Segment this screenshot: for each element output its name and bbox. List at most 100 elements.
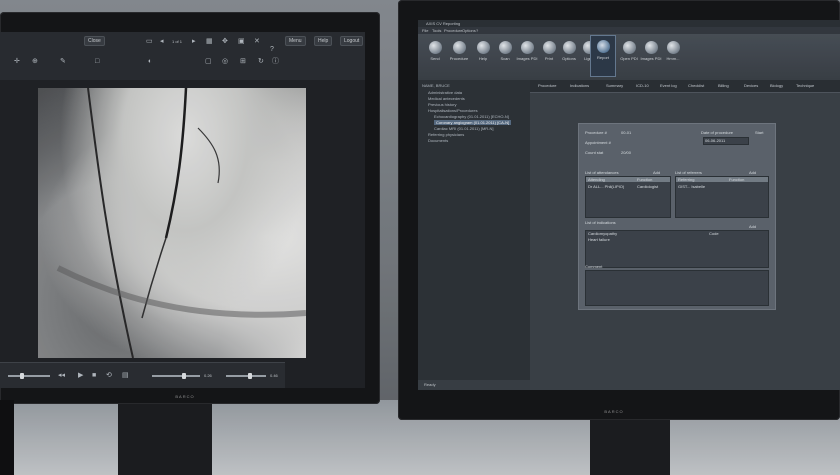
tree-item[interactable]: Hospitalisations/Procedures — [428, 108, 478, 113]
next-icon[interactable]: ▸ — [192, 38, 196, 45]
page-counter: 1 of 1 — [172, 39, 183, 44]
menu-file[interactable]: File — [422, 28, 428, 33]
speed-value: 0.26 — [204, 373, 212, 378]
menu-help[interactable]: ? — [476, 28, 478, 33]
crop-icon[interactable]: ▢ — [205, 58, 212, 65]
menu-bar: File Tools Procedure Options ? — [418, 27, 840, 34]
referrer-name[interactable]: GIST... Isabelle — [678, 184, 705, 189]
tab-icd10[interactable]: ICD-10 — [636, 83, 649, 88]
add-referrer-button[interactable]: Add — [749, 170, 756, 175]
toolbar-button-label: Send — [430, 56, 440, 61]
logout-button[interactable]: Logout — [340, 36, 364, 46]
loop-icon[interactable]: ⟲ — [106, 372, 112, 379]
tab-indications[interactable]: Indications — [570, 83, 589, 88]
contrast-slider-knob[interactable] — [248, 373, 252, 379]
close-button[interactable]: Close — [84, 36, 105, 46]
report-icon — [596, 40, 610, 53]
count-label: Count stat — [585, 150, 604, 155]
target-icon[interactable]: ◎ — [222, 58, 228, 65]
play-icon[interactable]: ▶ — [78, 372, 83, 379]
tree-item[interactable]: Referring physicians — [428, 132, 464, 137]
comment-field[interactable] — [585, 270, 769, 306]
cross-icon[interactable]: ✕ — [254, 38, 260, 45]
add-indication-button[interactable]: Add — [749, 224, 756, 229]
rect-icon[interactable]: □ — [95, 58, 99, 65]
menu-button[interactable]: Menu — [285, 36, 306, 46]
left-monitor: Close 1 of 1 Menu Help Logout ▭ ◂ ▸ ▦ ✥ … — [0, 12, 380, 404]
tree-item[interactable]: Administrative data — [428, 90, 462, 95]
grid-icon[interactable]: ▦ — [206, 38, 213, 45]
stop-icon[interactable]: ■ — [92, 372, 96, 379]
folder-icon[interactable]: ▭ — [146, 38, 153, 45]
tree-item[interactable]: Documents — [428, 138, 448, 143]
attendee-name[interactable]: Dr ALL... Phil(LIPIO) — [588, 184, 624, 189]
viewer-toolbar: Close 1 of 1 Menu Help Logout ▭ ◂ ▸ ▦ ✥ … — [0, 32, 365, 80]
pan-icon[interactable]: ✥ — [222, 38, 228, 45]
angiogram-image[interactable] — [38, 88, 306, 358]
info-icon[interactable]: ⓘ — [272, 58, 279, 65]
appointment-label: Appointment # — [585, 140, 611, 145]
help-button[interactable]: Help — [314, 36, 333, 46]
rotate-icon[interactable]: ↻ — [258, 58, 264, 65]
measure-icon[interactable]: ⊞ — [240, 58, 246, 65]
pencil-icon[interactable]: ✎ — [60, 58, 66, 65]
tab-billing[interactable]: Billing — [718, 83, 729, 88]
chart-icon[interactable]: ▤ — [122, 372, 129, 379]
speed-slider-knob[interactable] — [182, 373, 186, 379]
tab-event-log[interactable]: Event log — [660, 83, 677, 88]
tab-checklist[interactable]: Checklist — [688, 83, 704, 88]
tree-item[interactable]: Medical antecedents — [428, 96, 465, 101]
tab-biology[interactable]: Biology — [770, 83, 783, 88]
contrast-slider[interactable] — [226, 375, 266, 377]
help-icon[interactable]: ? — [270, 46, 274, 53]
cine-controls: ◂◂ ▶ ■ ⟲ ▤ 0.26 0.46 — [0, 362, 285, 388]
attendees-label: List of attendances — [585, 170, 619, 175]
indication-row[interactable]: Cardiomyopathy — [588, 231, 617, 236]
indication-row[interactable]: Heart failure — [588, 237, 610, 242]
report-tabs: Procedure Indications Summary ICD-10 Eve… — [530, 80, 840, 93]
menu-options[interactable]: Options — [462, 28, 476, 33]
monitor-brand: BARCO — [175, 394, 195, 399]
zoom-icon[interactable]: ⊕ — [32, 58, 38, 65]
tab-procedure[interactable]: Procedure — [538, 83, 556, 88]
menu-tools[interactable]: Tools — [432, 28, 441, 33]
tree-item[interactable]: Echocardiography (01.01.2011) [ECHO-N] — [434, 114, 509, 119]
rewind-icon[interactable]: ◂◂ — [58, 372, 65, 379]
left-monitor-stand — [118, 404, 212, 475]
tools-icon[interactable]: ▣ — [238, 38, 245, 45]
frame-slider-knob[interactable] — [20, 373, 24, 379]
export-icon — [666, 41, 680, 54]
send-icon — [428, 41, 442, 54]
toolbar-button[interactable]: Hmm... — [660, 37, 686, 73]
toolbar-button[interactable]: Procedure — [446, 37, 472, 73]
tree-item-selected[interactable]: Coronary angiogram (01.01.2011) [CA-N] — [434, 120, 512, 125]
menu-procedure[interactable]: Procedure — [444, 28, 462, 33]
frame-slider[interactable] — [8, 375, 50, 377]
toolbar-button[interactable]: Send — [422, 37, 448, 73]
move-icon[interactable]: ✛ — [14, 58, 20, 65]
tree-item[interactable]: Previous history — [428, 102, 456, 107]
report-button[interactable]: Report — [590, 35, 616, 77]
tab-devices[interactable]: Devices — [744, 83, 758, 88]
title-bar: AXIS CV Reporting — [418, 20, 840, 27]
images-icon — [520, 41, 534, 54]
add-attendee-button[interactable]: Add — [653, 170, 660, 175]
attendees-table[interactable] — [585, 176, 671, 218]
referrers-table[interactable] — [675, 176, 769, 218]
procedure-icon — [452, 41, 466, 54]
tree-item-patient[interactable]: NAME, BRUCE — [422, 83, 450, 88]
status-text: Ready — [424, 382, 436, 387]
col-attending: Attending — [588, 177, 605, 182]
tree-item[interactable]: Cardiac MRI (01.01.2011) [MR-N] — [434, 126, 494, 131]
left-screen: Close 1 of 1 Menu Help Logout ▭ ◂ ▸ ▦ ✥ … — [0, 32, 365, 388]
contrast-icon[interactable]: ◐ — [148, 58, 152, 65]
speed-slider[interactable] — [152, 375, 200, 377]
procedure-value[interactable]: 00-01 — [621, 130, 631, 135]
tab-summary[interactable]: Summary — [606, 83, 623, 88]
count-value[interactable]: 20/00 — [621, 150, 631, 155]
scan-icon — [498, 41, 512, 54]
tab-technique[interactable]: Technique — [796, 83, 814, 88]
window-title: AXIS CV Reporting — [426, 21, 461, 26]
right-monitor-brand: BARCO — [604, 409, 624, 414]
prev-icon[interactable]: ◂ — [160, 38, 164, 45]
